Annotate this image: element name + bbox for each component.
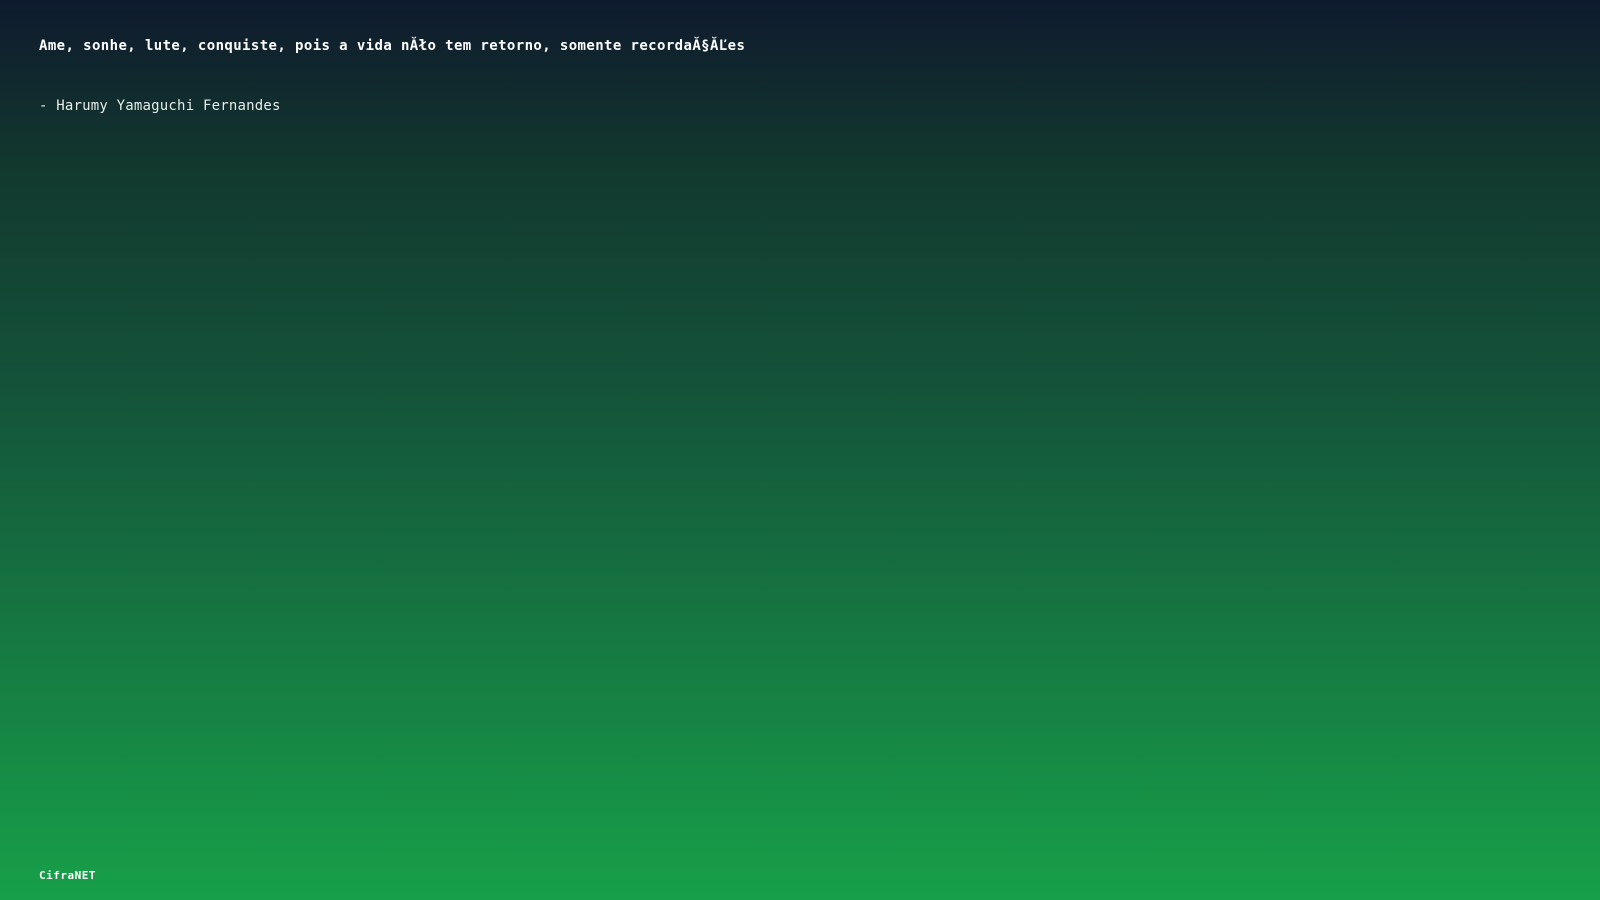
quote-text: Ame, sonhe, lute, conquiste, pois a vida… [39, 38, 746, 54]
quote-author: - Harumy Yamaguchi Fernandes [39, 98, 281, 114]
brand-watermark: CifraNET [39, 869, 96, 882]
quote-card: { "quote": { "text": "Ame, sonhe, lute, … [0, 0, 1600, 900]
